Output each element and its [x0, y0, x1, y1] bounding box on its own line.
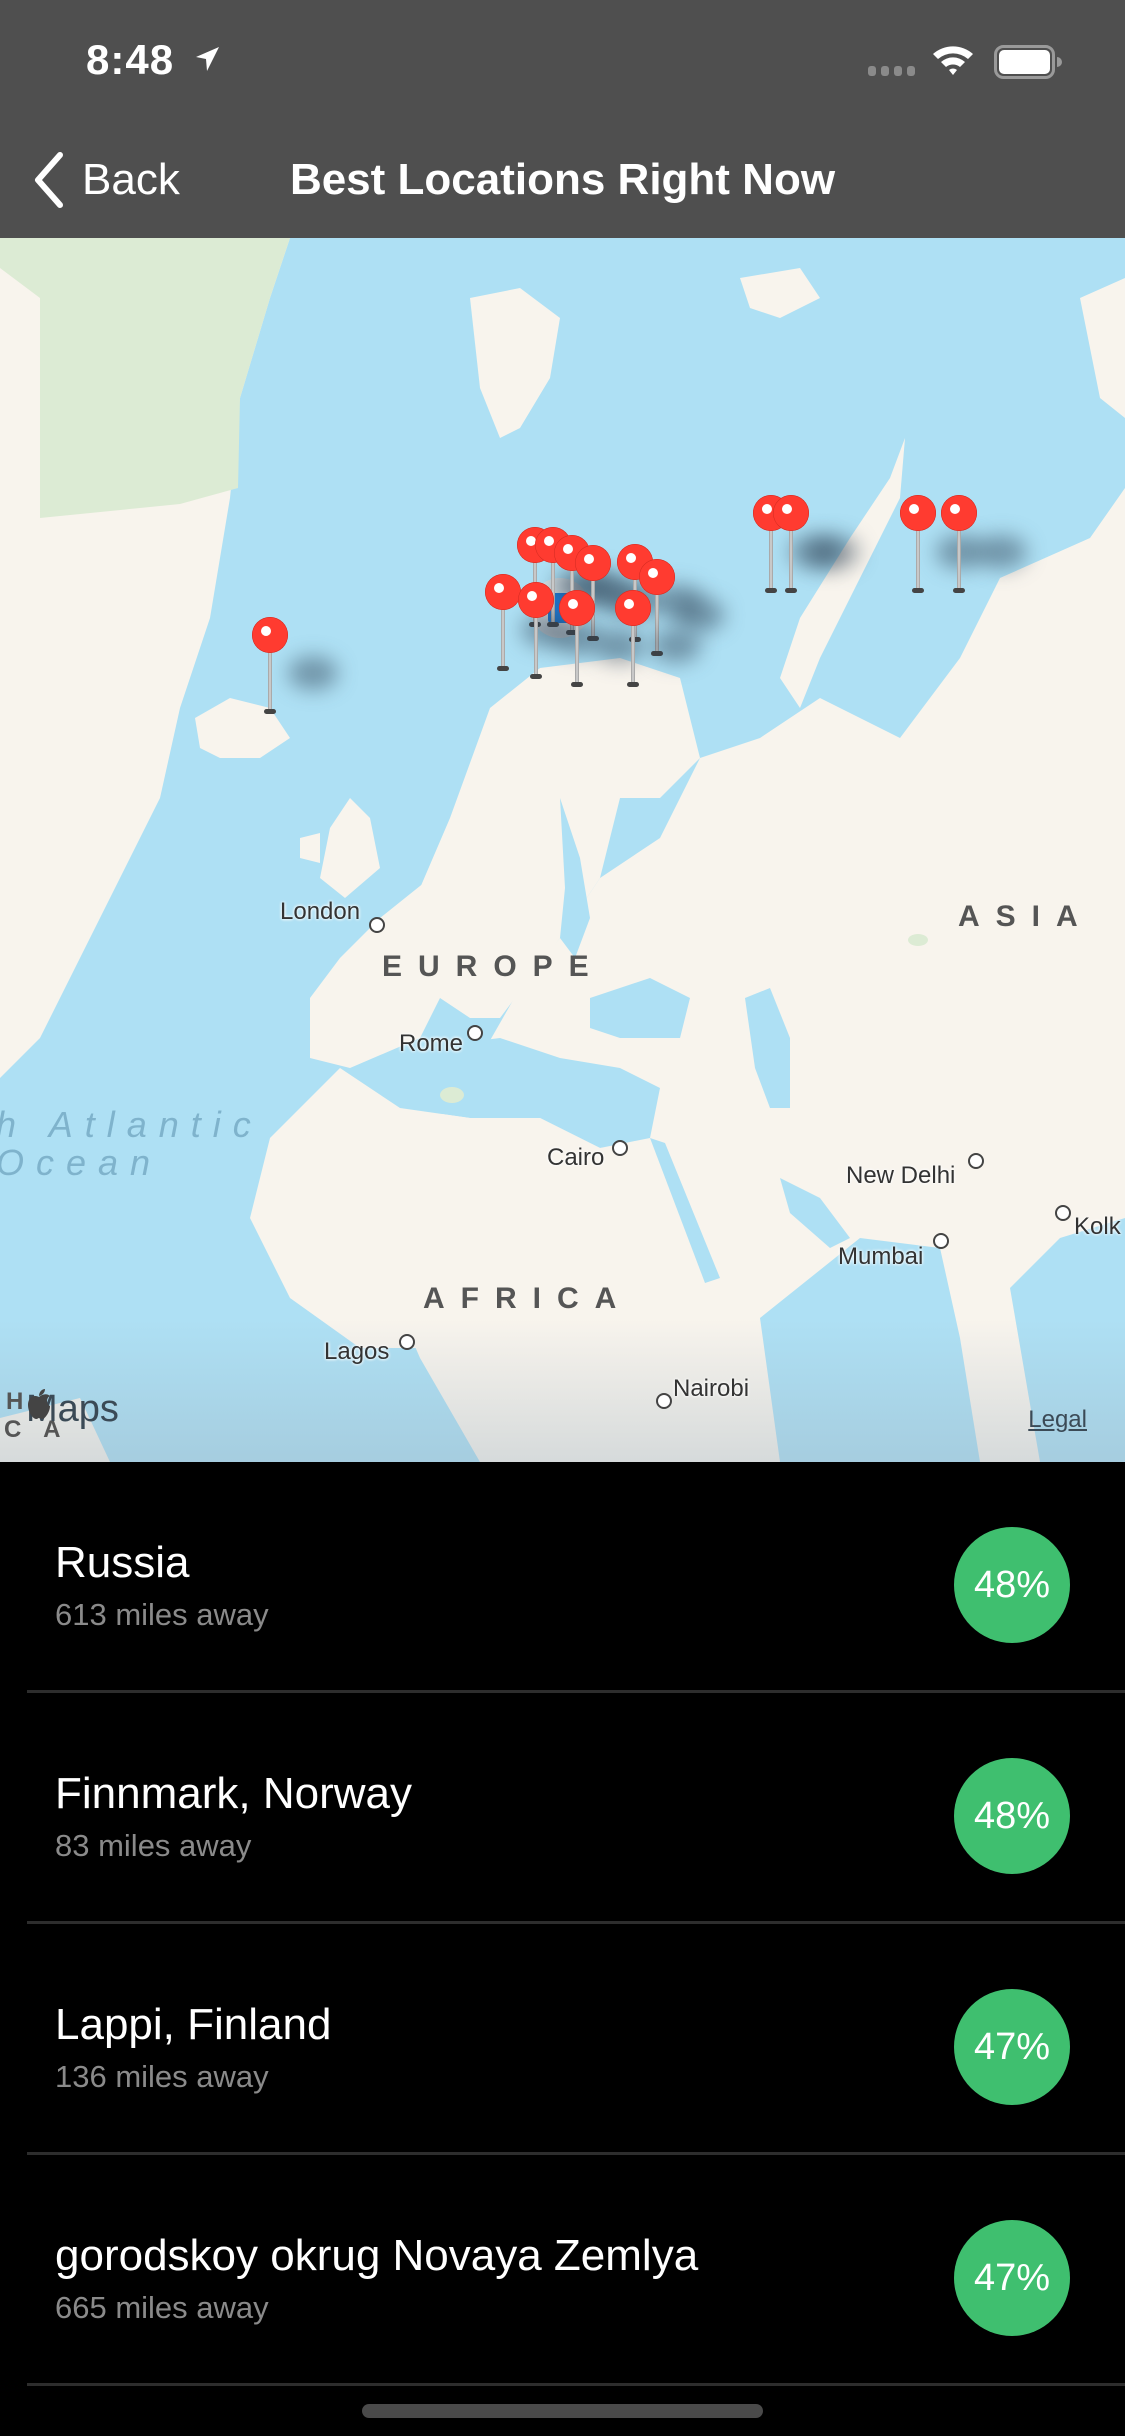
map-fade: [0, 1318, 1125, 1462]
city-marker-london: [369, 917, 385, 933]
continent-label-asia: ASIA: [958, 900, 1094, 933]
page-title: Best Locations Right Now: [289, 155, 836, 204]
pin-head-icon: [252, 617, 288, 653]
location-name: Lappi, Finland: [55, 2000, 332, 2049]
pin-head-icon: [773, 495, 809, 531]
pin-head-icon: [485, 574, 521, 610]
city-marker-kolkata: [1055, 1205, 1071, 1221]
edge-label-h: H: [6, 1388, 26, 1415]
location-name: gorodskoy okrug Novaya Zemlya: [55, 2231, 699, 2280]
pin-shadow: [675, 598, 725, 632]
pin-shadow: [977, 535, 1027, 569]
pin-head-icon: [559, 590, 595, 626]
city-label-cairo: Cairo: [547, 1144, 605, 1171]
location-arrow-icon: [196, 47, 219, 71]
continent-label-africa: AFRICA: [423, 1282, 633, 1315]
home-indicator[interactable]: [362, 2404, 763, 2418]
city-marker-mumbai: [933, 1233, 949, 1249]
city-label-mumbai: Mumbai: [838, 1243, 924, 1270]
city-marker-rome: [467, 1025, 483, 1041]
pin-foot: [912, 588, 924, 593]
pin-head-icon: [575, 545, 611, 581]
score-badge: 47%: [954, 2220, 1070, 2336]
pin-foot: [765, 588, 777, 593]
apple-logo-icon: [28, 1389, 50, 1419]
ocean-label-line1: h Atlantic: [0, 1104, 263, 1145]
score-badge: 48%: [954, 1527, 1070, 1643]
list-item[interactable]: Finnmark, Norway 83 miles away 48%: [0, 1693, 1125, 1924]
city-marker-new-delhi: [968, 1153, 984, 1169]
continent-label-europe: EUROPE: [382, 950, 605, 983]
location-name: Russia: [55, 1538, 190, 1587]
list-item[interactable]: Russia 613 miles away 48%: [0, 1462, 1125, 1693]
location-distance: 136 miles away: [55, 2059, 269, 2094]
row-separator: [27, 2383, 1125, 2386]
pin-shadow: [595, 629, 645, 663]
list-item[interactable]: Lappi, Finland 136 miles away 47%: [0, 1924, 1125, 2155]
pin-head-icon: [941, 495, 977, 531]
pin-foot: [497, 666, 509, 671]
cellular-signal-icon: [868, 66, 915, 76]
map-background: [0, 238, 1125, 1462]
map-view[interactable]: EUROPE ASIA AFRICA h Atlantic Ocean H C …: [0, 238, 1125, 1462]
pin-head-icon: [615, 590, 651, 626]
city-label-new-delhi: New Delhi: [846, 1162, 956, 1189]
city-label-london: London: [280, 898, 361, 925]
city-marker-nairobi: [656, 1393, 672, 1409]
pin-foot: [785, 588, 797, 593]
battery-icon: [994, 45, 1062, 79]
pin-head-icon: [900, 495, 936, 531]
location-distance: 83 miles away: [55, 1828, 252, 1863]
score-badge: 48%: [954, 1758, 1070, 1874]
city-label-nairobi: Nairobi: [673, 1375, 750, 1402]
pin-foot: [953, 588, 965, 593]
locations-list: Russia 613 miles away 48% Finnmark, Norw…: [0, 1462, 1125, 2386]
wifi-icon: [933, 46, 973, 75]
city-label-lagos: Lagos: [324, 1338, 390, 1365]
score-badge: 47%: [954, 1989, 1070, 2105]
city-label-rome: Rome: [399, 1030, 464, 1057]
pin-foot: [571, 682, 583, 687]
pin-foot: [530, 674, 542, 679]
status-time: 8:48: [86, 36, 175, 83]
pin-shadow: [809, 535, 859, 569]
location-distance: 665 miles away: [55, 2290, 269, 2325]
pin-shadow: [651, 629, 701, 663]
apple-maps-attribution: Maps: [26, 1388, 119, 1431]
location-name: Finnmark, Norway: [55, 1769, 412, 1818]
header: 8:48 Back Best Locations Right Now: [0, 0, 1125, 238]
city-marker-lagos: [399, 1334, 415, 1350]
pin-shadow: [288, 656, 338, 690]
pin-foot: [627, 682, 639, 687]
pin-foot: [264, 709, 276, 714]
pin-head-icon: [518, 582, 554, 618]
legal-link[interactable]: Legal: [1028, 1406, 1087, 1434]
list-item[interactable]: gorodskoy okrug Novaya Zemlya 665 miles …: [0, 2155, 1125, 2386]
city-marker-cairo: [612, 1140, 628, 1156]
city-label-kolkata: Kolk: [1074, 1213, 1121, 1240]
pin-head-icon: [639, 559, 675, 595]
location-distance: 613 miles away: [55, 1597, 269, 1632]
ocean-label-line2: Ocean: [0, 1142, 163, 1183]
